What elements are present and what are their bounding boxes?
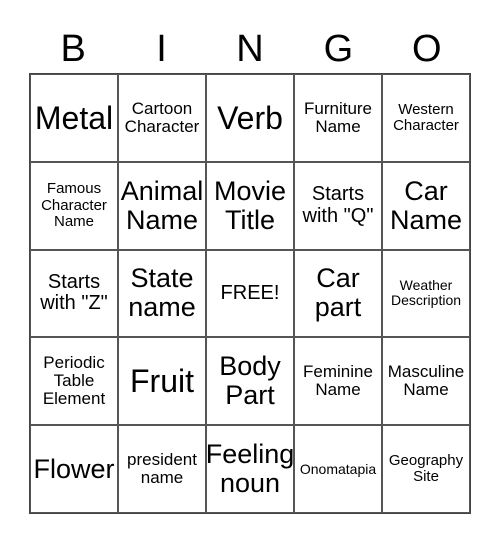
bingo-cell[interactable]: Periodic Table Element <box>30 337 118 426</box>
bingo-cell[interactable]: Body Part <box>206 337 294 426</box>
bingo-cell-label: Onomatapia <box>299 460 377 477</box>
bingo-cell[interactable]: Western Character <box>382 74 470 162</box>
bingo-cell[interactable]: Flower <box>30 425 118 513</box>
bingo-card-grid: Metal Cartoon Character Verb Furniture Name… <box>29 73 471 514</box>
bingo-cell-label: Furniture Name <box>303 98 373 136</box>
header-letter-g: G <box>323 28 354 70</box>
bingo-header: B I N G O <box>29 26 471 72</box>
bingo-cell[interactable]: Cartoon Character <box>118 74 206 162</box>
bingo-cell[interactable]: Geography Site <box>382 425 470 513</box>
bingo-cell[interactable]: Movie Title <box>206 161 294 250</box>
bingo-cell-label: Verb <box>217 99 283 136</box>
bingo-cell-label: Periodic Table Element <box>42 352 106 409</box>
bingo-cell[interactable]: Verb <box>206 74 294 162</box>
bingo-cell-label: Flower <box>33 453 115 484</box>
bingo-cell-label: Animal Name <box>120 175 204 235</box>
bingo-cell-label: FREE! <box>220 281 280 304</box>
bingo-cell[interactable]: Feminine Name <box>294 337 382 426</box>
bingo-cell-label: Starts with "Z" <box>40 270 108 315</box>
bingo-cell-label: Feminine Name <box>303 361 373 400</box>
bingo-cell-label: State name <box>128 263 196 323</box>
header-letter-b: B <box>60 28 86 70</box>
free-space-cell[interactable]: FREE! <box>206 249 294 338</box>
bingo-cell[interactable]: Metal <box>30 74 118 162</box>
bingo-cell-label: Starts with "Q" <box>302 183 374 227</box>
bingo-cell-label: Body Part <box>219 351 281 411</box>
bingo-cell-label: Cartoon Character <box>124 98 200 136</box>
header-letter-o: O <box>411 28 442 70</box>
bingo-cell[interactable]: president name <box>118 425 206 513</box>
bingo-cell-label: Weather Description <box>390 277 462 309</box>
bingo-cell[interactable]: Onomatapia <box>294 425 382 513</box>
bingo-cell[interactable]: Starts with "Q" <box>294 161 382 250</box>
bingo-cell-label: Feeling noun <box>206 438 294 499</box>
bingo-cell[interactable]: Masculine Name <box>382 337 470 426</box>
bingo-cell[interactable]: Starts with "Z" <box>30 249 118 338</box>
bingo-cell-label: Car part <box>314 263 362 323</box>
bingo-cell[interactable]: Fruit <box>118 337 206 426</box>
bingo-cell[interactable]: Animal Name <box>118 161 206 250</box>
bingo-cell-label: Car Name <box>389 175 463 235</box>
header-letter-n: N <box>236 28 264 70</box>
bingo-cell-label: Western Character <box>393 100 459 134</box>
bingo-cell-label: Metal <box>34 99 114 136</box>
bingo-cell-label: Movie Title <box>213 175 287 235</box>
bingo-cell-label: Fruit <box>130 363 194 400</box>
bingo-cell[interactable]: Feeling noun <box>206 425 294 513</box>
bingo-cell[interactable]: Furniture Name <box>294 74 382 162</box>
bingo-cell-label: president name <box>127 449 197 488</box>
bingo-cell[interactable]: State name <box>118 249 206 338</box>
bingo-cell-label: Famous Character Name <box>41 180 107 230</box>
bingo-cell[interactable]: Weather Description <box>382 249 470 338</box>
bingo-cell[interactable]: Famous Character Name <box>30 161 118 250</box>
bingo-cell-label: Masculine Name <box>387 361 465 400</box>
header-letter-i: I <box>156 28 167 70</box>
bingo-cell[interactable]: Car Name <box>382 161 470 250</box>
bingo-cell-label: Geography Site <box>388 451 464 486</box>
bingo-cell[interactable]: Car part <box>294 249 382 338</box>
